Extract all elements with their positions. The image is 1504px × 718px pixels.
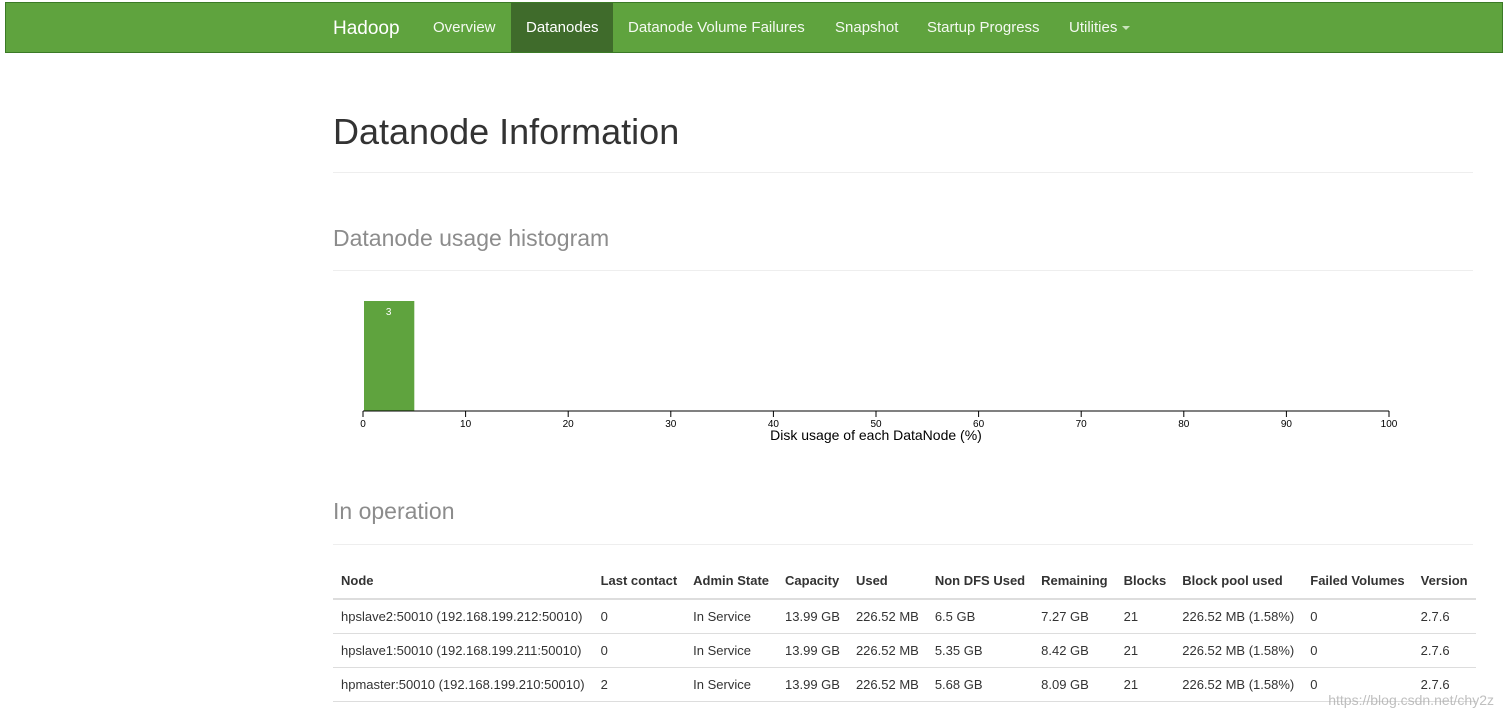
col-header-version[interactable]: Version (1412, 563, 1476, 600)
col-header-used[interactable]: Used (847, 563, 927, 600)
cell-used: 226.52 MB (847, 667, 927, 702)
cell-blocks: 21 (1115, 667, 1175, 702)
col-header-admin-state[interactable]: Admin State (685, 563, 778, 600)
in-operation-divider (333, 544, 1473, 545)
nav-overview[interactable]: Overview (418, 3, 511, 52)
table-row: hpslave2:50010 (192.168.199.212:50010) 0… (333, 599, 1476, 634)
cell-used: 226.52 MB (847, 633, 927, 668)
page: Hadoop Overview Datanodes Datanode Volum… (0, 0, 1504, 718)
cell-capacity: 13.99 GB (777, 633, 848, 668)
col-header-failed-volumes[interactable]: Failed Volumes (1302, 563, 1413, 600)
histogram-divider (333, 270, 1473, 271)
watermark: https://blog.csdn.net/chy2z (1328, 692, 1494, 708)
cell-blocks: 21 (1115, 633, 1175, 668)
cell-node: hpslave1:50010 (192.168.199.211:50010) (333, 633, 593, 668)
cell-failed-volumes: 0 (1302, 633, 1413, 668)
cell-block-pool-used: 226.52 MB (1.58%) (1174, 599, 1303, 634)
chevron-down-icon (1122, 26, 1131, 31)
x-axis-tick-label: 70 (1076, 419, 1088, 430)
histogram-bar-label: 3 (386, 307, 392, 318)
col-header-remaining[interactable]: Remaining (1033, 563, 1116, 600)
cell-non-dfs-used: 6.5 GB (926, 599, 1034, 634)
nav-utilities-dropdown[interactable]: Utilities (1054, 3, 1145, 52)
in-operation-section-title: In operation (333, 498, 455, 524)
table-header-row: Node Last contact Admin State Capacity U… (333, 563, 1476, 600)
x-axis-tick-label: 80 (1178, 419, 1190, 430)
cell-non-dfs-used: 5.68 GB (926, 667, 1034, 702)
cell-remaining: 8.42 GB (1033, 633, 1116, 668)
cell-capacity: 13.99 GB (777, 599, 848, 634)
table-row: hpmaster:50010 (192.168.199.210:50010) 2… (333, 667, 1476, 702)
cell-version: 2.7.6 (1412, 633, 1476, 668)
cell-admin-state: In Service (685, 667, 778, 702)
col-header-non-dfs-used[interactable]: Non DFS Used (926, 563, 1034, 600)
col-header-blocks[interactable]: Blocks (1115, 563, 1175, 600)
histogram-section-title: Datanode usage histogram (333, 225, 610, 251)
cell-last-contact: 0 (592, 633, 686, 668)
col-header-block-pool-used[interactable]: Block pool used (1174, 563, 1303, 600)
cell-last-contact: 2 (592, 667, 686, 702)
cell-remaining: 7.27 GB (1033, 599, 1116, 634)
cell-remaining: 8.09 GB (1033, 667, 1116, 702)
col-header-capacity[interactable]: Capacity (777, 563, 848, 600)
datanodes-table: Node Last contact Admin State Capacity U… (333, 563, 1476, 702)
cell-failed-volumes: 0 (1302, 599, 1413, 634)
nav-snapshot[interactable]: Snapshot (820, 3, 913, 52)
nav-datanodes[interactable]: Datanodes (511, 3, 613, 52)
cell-block-pool-used: 226.52 MB (1.58%) (1174, 667, 1303, 702)
top-navbar: Hadoop Overview Datanodes Datanode Volum… (5, 2, 1503, 53)
x-axis-tick-label: 0 (360, 419, 366, 430)
x-axis-tick-label: 30 (665, 419, 677, 430)
col-header-node[interactable]: Node (333, 563, 593, 600)
x-axis-tick-label: 100 (1381, 419, 1398, 430)
brand-link[interactable]: Hadoop (333, 3, 400, 54)
nav-utilities-label: Utilities (1069, 19, 1118, 36)
table-row: hpslave1:50010 (192.168.199.211:50010) 0… (333, 633, 1476, 668)
cell-admin-state: In Service (685, 633, 778, 668)
cell-blocks: 21 (1115, 599, 1175, 634)
cell-version: 2.7.6 (1412, 599, 1476, 634)
cell-node: hpslave2:50010 (192.168.199.212:50010) (333, 599, 593, 634)
nav-datanode-volume-failures[interactable]: Datanode Volume Failures (613, 3, 820, 52)
cell-last-contact: 0 (592, 599, 686, 634)
cell-non-dfs-used: 5.35 GB (926, 633, 1034, 668)
cell-used: 226.52 MB (847, 599, 927, 634)
cell-block-pool-used: 226.52 MB (1.58%) (1174, 633, 1303, 668)
cell-admin-state: In Service (685, 599, 778, 634)
cell-capacity: 13.99 GB (777, 667, 848, 702)
cell-node: hpmaster:50010 (192.168.199.210:50010) (333, 667, 593, 702)
x-axis-tick-label: 10 (460, 419, 472, 430)
page-title: Datanode Information (333, 111, 680, 152)
x-axis-label: Disk usage of each DataNode (%) (770, 427, 982, 443)
x-axis-tick-label: 90 (1281, 419, 1293, 430)
col-header-last-contact[interactable]: Last contact (592, 563, 686, 600)
title-divider (333, 172, 1473, 173)
nav-startup-progress[interactable]: Startup Progress (912, 3, 1055, 52)
usage-histogram-chart: 3 0 10 20 30 40 50 60 70 80 90 100 Disk usage of e… (360, 301, 1398, 443)
x-axis-tick-label: 20 (563, 419, 575, 430)
